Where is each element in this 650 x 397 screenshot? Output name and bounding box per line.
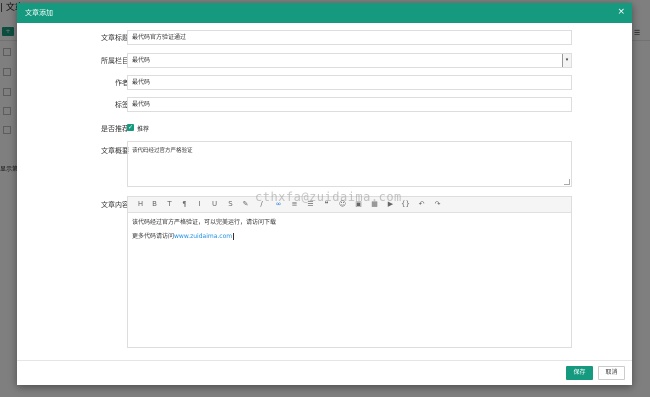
tags-label: 标签	[115, 101, 129, 109]
heading-icon[interactable]: H	[136, 200, 145, 209]
save-button[interactable]: 保存	[566, 366, 593, 380]
editor-content-prefix: 更多代码请访问	[132, 233, 175, 240]
recommend-checkbox[interactable]: ✓	[127, 124, 134, 131]
undo-icon[interactable]: ↶	[417, 200, 426, 209]
summary-text: 该代码经过官方严格验证	[132, 148, 193, 154]
editor-content-line-1: 该代码经过官方严格验证，可以完美运行，请访问下载	[132, 219, 277, 226]
text-size-icon[interactable]: T	[165, 200, 174, 209]
recommend-checkbox-label: 推荐	[137, 126, 150, 133]
rich-text-editor[interactable]: H B T ¶ I U S ✎ / ∞ ≡ ☰ ❝ ☺ ▣ ▦ ▶{} ↶ ↷ 该代码经过官方严格验证，可以完美运行…	[127, 196, 572, 348]
tags-input[interactable]: 最代码	[127, 97, 572, 112]
paragraph-icon[interactable]: ¶	[180, 200, 189, 209]
title-input[interactable]: 最代码官方验证通过	[127, 30, 572, 45]
editor-content-link[interactable]: www.zuidaima.com	[174, 233, 232, 240]
redo-icon[interactable]: ↷	[433, 200, 442, 209]
resize-grip-icon[interactable]	[564, 179, 570, 185]
title-label: 文章标题	[101, 34, 129, 42]
bold-icon[interactable]: B	[150, 200, 159, 209]
underline-icon[interactable]: U	[210, 200, 219, 209]
cancel-button[interactable]: 取消	[598, 366, 625, 380]
italic-icon[interactable]: I	[195, 200, 204, 209]
text-caret	[233, 233, 235, 240]
dialog-title: 文章添加	[25, 9, 53, 17]
category-select[interactable]: 最代码 ▾	[127, 53, 572, 68]
recommend-label: 是否推荐	[101, 125, 129, 133]
brush-icon[interactable]: ✎	[241, 200, 250, 209]
chevron-down-icon[interactable]: ▾	[562, 54, 571, 67]
code-icon[interactable]: {}	[401, 200, 410, 209]
author-label: 作者	[115, 79, 129, 87]
summary-textarea[interactable]: 该代码经过官方严格验证	[127, 141, 572, 187]
editor-content-line-2: 更多代码请访问www.zuidaima.com	[132, 231, 235, 240]
article-add-dialog: 文章添加 × 文章标题 最代码官方验证通过 所属栏目 最代码 ▾ 作者 最代码 …	[17, 3, 632, 385]
summary-label: 文章概要	[101, 147, 129, 155]
category-selected-value: 最代码	[132, 57, 151, 64]
dialog-header: 文章添加 ×	[17, 3, 632, 23]
content-label: 文章内容	[101, 201, 129, 209]
strikethrough-icon[interactable]: S	[226, 200, 235, 209]
dialog-footer-divider	[17, 360, 632, 361]
author-input[interactable]: 最代码	[127, 75, 572, 90]
category-label: 所属栏目	[101, 57, 129, 65]
watermark: cthxfa@zuidaima.com	[255, 190, 402, 204]
close-icon[interactable]: ×	[617, 7, 625, 17]
